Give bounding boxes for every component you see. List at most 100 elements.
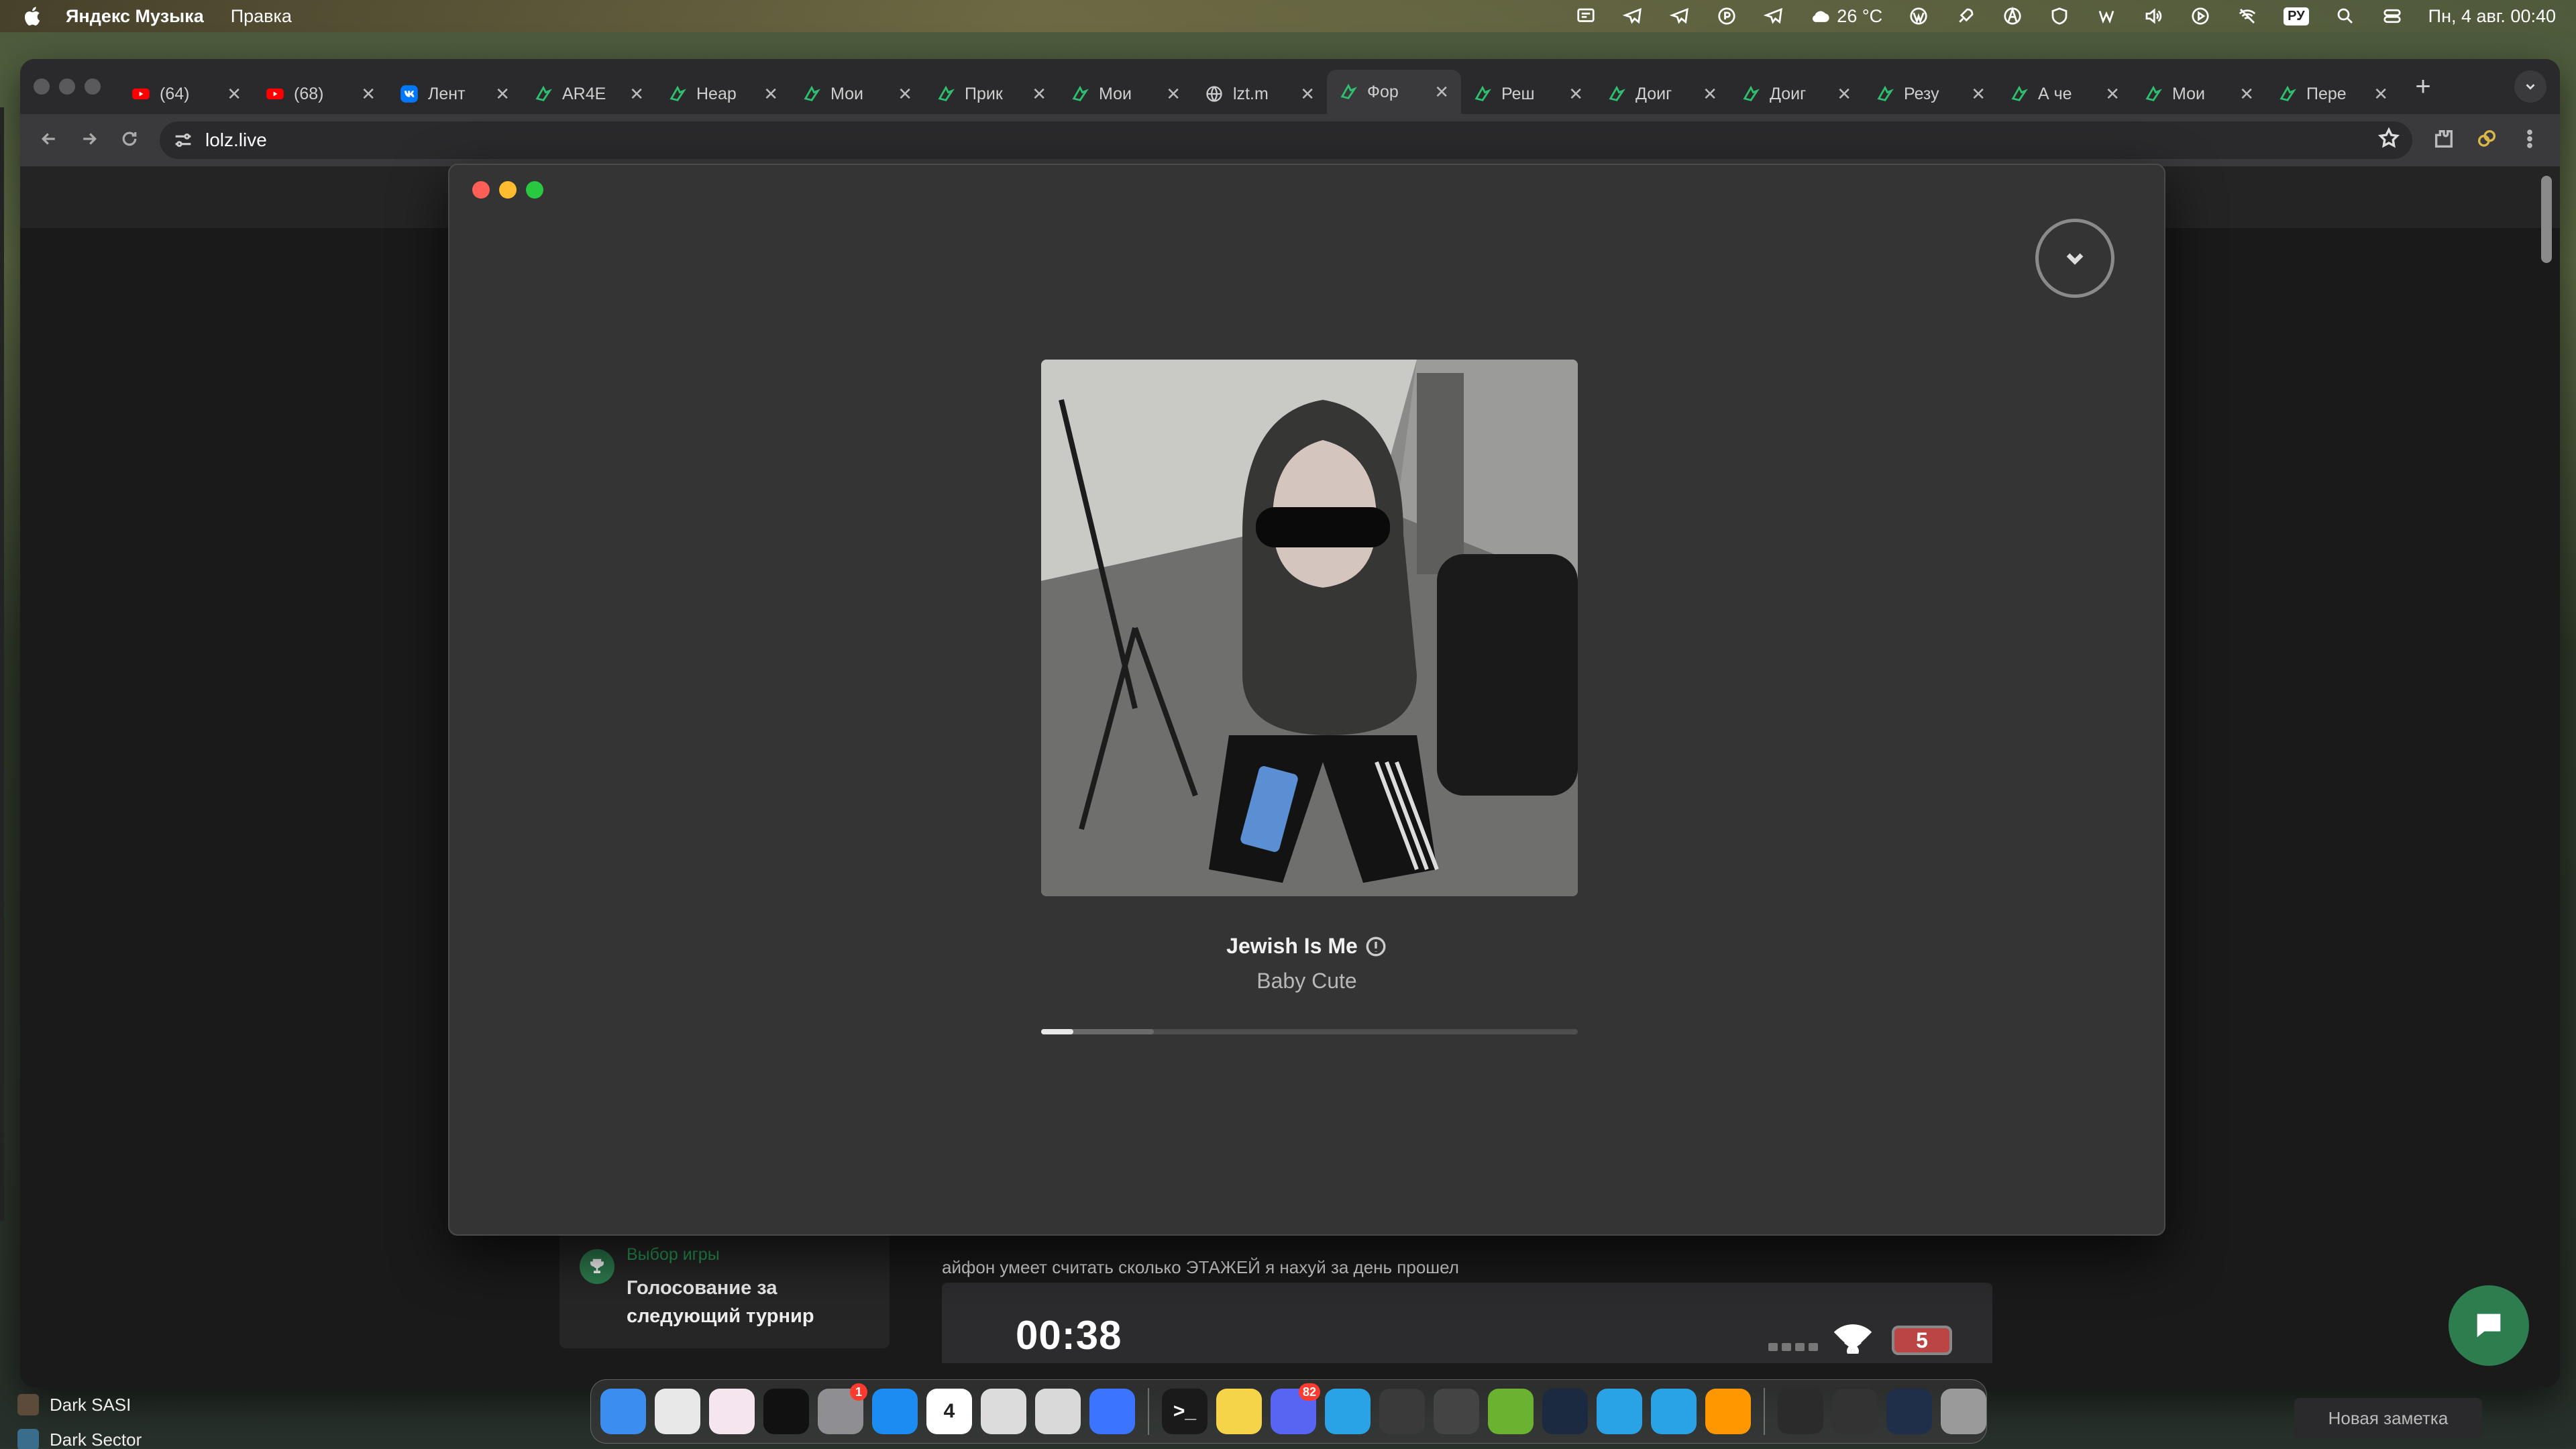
volume-icon[interactable] (2143, 5, 2164, 27)
profile-extension-icon[interactable] (2475, 127, 2498, 154)
tab-close-icon[interactable]: ✕ (898, 84, 912, 105)
bookmark-star-icon[interactable] (2377, 126, 2400, 154)
p-app-icon[interactable] (1716, 5, 1737, 27)
tab-9[interactable]: Фор ✕ (1327, 70, 1461, 114)
tab-11[interactable]: Доиг ✕ (1595, 74, 1729, 114)
dock-anarchy-icon[interactable] (1434, 1389, 1479, 1434)
tab-close-icon[interactable]: ✕ (1166, 84, 1181, 105)
game-vote-card[interactable]: Выбор игры Голосование за следующий турн… (559, 1228, 890, 1348)
tab-1[interactable]: (68) ✕ (254, 74, 388, 114)
tab-13[interactable]: Резу ✕ (1864, 74, 1998, 114)
tab-close-icon[interactable]: ✕ (2239, 84, 2254, 105)
dock-discord-icon[interactable]: 82 (1271, 1383, 1320, 1434)
dock-thumb-3-icon[interactable] (1886, 1389, 1932, 1434)
tab-close-icon[interactable]: ✕ (1032, 84, 1046, 105)
dock-thumb-1-icon[interactable] (1778, 1389, 1823, 1434)
shield-status-icon[interactable] (2049, 5, 2070, 27)
browser-menu-icon[interactable] (2518, 127, 2541, 154)
dock-utorrent-icon[interactable] (1488, 1389, 1534, 1434)
browser-close-button[interactable] (34, 78, 50, 95)
tab-close-icon[interactable]: ✕ (2105, 84, 2120, 105)
track-title[interactable]: Jewish Is Me (1226, 934, 1358, 959)
wordpress-icon[interactable] (1908, 5, 1929, 27)
dock-launchpad-icon[interactable] (1035, 1389, 1081, 1434)
tab-close-icon[interactable]: ✕ (1300, 84, 1315, 105)
tab-close-icon[interactable]: ✕ (629, 84, 644, 105)
tab-close-icon[interactable]: ✕ (361, 84, 376, 105)
tab-close-icon[interactable]: ✕ (2373, 84, 2388, 105)
telegram-status-icon-2[interactable] (1763, 5, 1784, 27)
tab-close-icon[interactable]: ✕ (1837, 84, 1851, 105)
active-app-name[interactable]: Яндекс Музыка (66, 6, 204, 27)
apple-icon[interactable] (20, 5, 43, 28)
player-minimize-button[interactable] (499, 181, 517, 199)
player-fullscreen-button[interactable] (526, 181, 543, 199)
tab-8[interactable]: lzt.m ✕ (1193, 74, 1327, 114)
dialog-icon[interactable] (1575, 5, 1597, 27)
tab-close-icon[interactable]: ✕ (1568, 84, 1583, 105)
tab-search-icon[interactable] (2514, 70, 2546, 103)
tab-6[interactable]: Прик ✕ (924, 74, 1059, 114)
menu-edit[interactable]: Правка (231, 6, 292, 27)
play-status-icon[interactable] (2190, 5, 2211, 27)
site-settings-icon[interactable] (172, 129, 195, 152)
dock-notes-icon[interactable] (1216, 1389, 1262, 1434)
dock-telegram-icon[interactable] (1325, 1389, 1371, 1434)
page-scrollbar[interactable] (2541, 176, 2552, 263)
player-close-button[interactable] (472, 181, 490, 199)
tab-close-icon[interactable]: ✕ (1971, 84, 1986, 105)
dock-preview-icon[interactable] (981, 1389, 1026, 1434)
post-image[interactable]: 00:38 5 (942, 1283, 1992, 1363)
tab-12[interactable]: Доиг ✕ (1729, 74, 1864, 114)
tab-close-icon[interactable]: ✕ (1703, 84, 1717, 105)
telegram-alt-status-icon[interactable] (1669, 5, 1690, 27)
forward-arrow-icon[interactable] (79, 129, 99, 152)
dock-sublime-icon[interactable] (1705, 1389, 1751, 1434)
input-language[interactable]: РУ (2284, 7, 2309, 25)
tab-close-icon[interactable]: ✕ (495, 84, 510, 105)
dock-telegram-3-icon[interactable] (1651, 1389, 1697, 1434)
dock-spark-icon[interactable] (763, 1389, 809, 1434)
dock-calendar-icon[interactable]: 4 (926, 1389, 972, 1434)
tab-15[interactable]: Мои ✕ (2132, 74, 2266, 114)
tab-10[interactable]: Реш ✕ (1461, 74, 1595, 114)
taskbar-item-dark-sasi[interactable]: Dark SASI (17, 1387, 142, 1422)
reload-icon[interactable] (119, 129, 140, 152)
tab-7[interactable]: Мои ✕ (1059, 74, 1193, 114)
dock-telegram-2-icon[interactable] (1597, 1389, 1642, 1434)
new-tab-button[interactable]: + (2410, 72, 2436, 102)
dock-terminal-icon[interactable]: >_ (1162, 1389, 1208, 1434)
wifi-off-icon[interactable] (2237, 5, 2258, 27)
menubar-clock[interactable]: Пн, 4 авг. 00:40 (2428, 6, 2556, 27)
rocket-status-icon[interactable] (1955, 5, 1976, 27)
address-bar[interactable]: lolz.live (160, 121, 2412, 159)
new-note-button[interactable]: Новая заметка (2294, 1398, 2482, 1438)
tab-close-icon[interactable]: ✕ (1434, 82, 1449, 103)
dock-system-settings-icon[interactable]: 1 (818, 1383, 867, 1434)
tab-close-icon[interactable]: ✕ (227, 84, 241, 105)
dock-app-store-icon[interactable] (872, 1389, 918, 1434)
browser-zoom-button[interactable] (85, 78, 101, 95)
back-arrow-icon[interactable] (39, 129, 59, 152)
dock-steam-icon[interactable] (1542, 1389, 1588, 1434)
progress-bar[interactable] (1041, 1029, 1578, 1034)
taskbar-item-dark-sector[interactable]: Dark Sector (17, 1422, 142, 1449)
search-icon[interactable] (2334, 5, 2356, 27)
dock-trash-icon[interactable] (1941, 1389, 1986, 1434)
tab-5[interactable]: Мои ✕ (790, 74, 924, 114)
dock-finder-icon[interactable] (600, 1389, 646, 1434)
collapse-player-button[interactable] (2035, 219, 2114, 298)
info-icon[interactable] (1364, 935, 1387, 958)
w-status-icon[interactable] (2096, 5, 2117, 27)
weather-widget[interactable]: 26 °C (1810, 5, 1882, 27)
dock-roblox-icon[interactable] (1089, 1389, 1135, 1434)
tab-14[interactable]: А че ✕ (1998, 74, 2132, 114)
tab-close-icon[interactable]: ✕ (763, 84, 778, 105)
anarchy-status-icon[interactable] (2002, 5, 2023, 27)
dock-arc-icon[interactable] (709, 1389, 755, 1434)
dock-chrome-icon[interactable] (655, 1389, 700, 1434)
tab-2[interactable]: Лент ✕ (388, 74, 522, 114)
tab-16[interactable]: Пере ✕ (2266, 74, 2400, 114)
track-artist[interactable]: Baby Cute (449, 969, 2164, 994)
browser-minimize-button[interactable] (59, 78, 75, 95)
